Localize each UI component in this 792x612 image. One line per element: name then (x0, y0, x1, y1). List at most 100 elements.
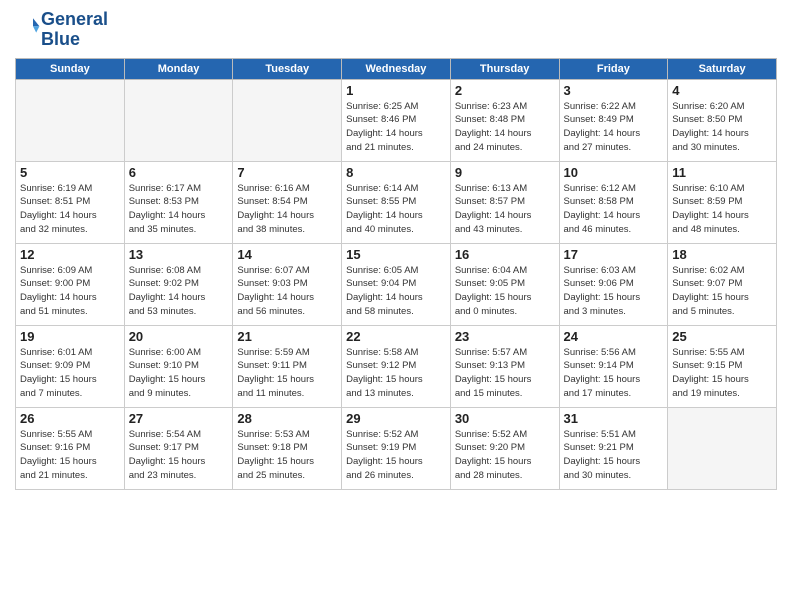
calendar-cell: 14 Sunrise: 6:07 AMSunset: 9:03 PMDayligh… (233, 243, 342, 325)
calendar-cell: 15Sunrise: 6:05 AMSunset: 9:04 PMDayligh… (342, 243, 451, 325)
day-info: Sunrise: 6:23 AMSunset: 8:48 PMDaylight:… (455, 100, 555, 155)
calendar-cell: 13 Sunrise: 6:08 AMSunset: 9:02 PMDayligh… (124, 243, 233, 325)
calendar-cell: 25 Sunrise: 5:55 AMSunset: 9:15 PMDayligh… (668, 325, 777, 407)
calendar-cell: 20 Sunrise: 6:00 AMSunset: 9:10 PMDayligh… (124, 325, 233, 407)
day-info: Sunrise: 6:14 AMSunset: 8:55 PMDaylight:… (346, 182, 446, 237)
calendar-cell: 12Sunrise: 6:09 AMSunset: 9:00 PMDayligh… (16, 243, 125, 325)
day-number: 5 (20, 165, 120, 180)
weekday-header: Sunday (16, 58, 125, 79)
day-number: 20 (129, 329, 229, 344)
day-number: 13 (129, 247, 229, 262)
day-number: 7 (237, 165, 337, 180)
day-info: Sunrise: 6:22 AMSunset: 8:49 PMDaylight:… (564, 100, 664, 155)
day-number: 1 (346, 83, 446, 98)
day-info: Sunrise: 5:57 AMSunset: 9:13 PMDaylight:… (455, 346, 555, 401)
calendar-cell: 24 Sunrise: 5:56 AMSunset: 9:14 PMDayligh… (559, 325, 668, 407)
logo-icon (17, 15, 41, 39)
day-info: Sunrise: 6:25 AMSunset: 8:46 PMDaylight:… (346, 100, 446, 155)
calendar-cell: 19 Sunrise: 6:01 AMSunset: 9:09 PMDayligh… (16, 325, 125, 407)
weekday-header: Thursday (450, 58, 559, 79)
day-info: Sunrise: 5:55 AMSunset: 9:15 PMDaylight:… (672, 346, 772, 401)
calendar-cell: 4 Sunrise: 6:20 AMSunset: 8:50 PMDaylight… (668, 79, 777, 161)
day-number: 4 (672, 83, 772, 98)
calendar-cell: 28 Sunrise: 5:53 AMSunset: 9:18 PMDayligh… (233, 407, 342, 489)
day-number: 17 (564, 247, 664, 262)
day-number: 14 (237, 247, 337, 262)
day-number: 22 (346, 329, 446, 344)
day-number: 19 (20, 329, 120, 344)
calendar-cell: 18 Sunrise: 6:02 AMSunset: 9:07 PMDayligh… (668, 243, 777, 325)
calendar-cell: 2 Sunrise: 6:23 AMSunset: 8:48 PMDaylight… (450, 79, 559, 161)
day-info: Sunrise: 6:19 AMSunset: 8:51 PMDaylight:… (20, 182, 120, 237)
calendar-cell (16, 79, 125, 161)
day-info: Sunrise: 6:02 AMSunset: 9:07 PMDaylight:… (672, 264, 772, 319)
day-info: Sunrise: 6:10 AMSunset: 8:59 PMDaylight:… (672, 182, 772, 237)
day-info: Sunrise: 5:59 AMSunset: 9:11 PMDaylight:… (237, 346, 337, 401)
day-number: 26 (20, 411, 120, 426)
calendar-cell: 16 Sunrise: 6:04 AMSunset: 9:05 PMDayligh… (450, 243, 559, 325)
day-number: 27 (129, 411, 229, 426)
day-number: 3 (564, 83, 664, 98)
day-info: Sunrise: 5:56 AMSunset: 9:14 PMDaylight:… (564, 346, 664, 401)
calendar-cell: 8 Sunrise: 6:14 AMSunset: 8:55 PMDaylight… (342, 161, 451, 243)
day-info: Sunrise: 5:52 AMSunset: 9:19 PMDaylight:… (346, 428, 446, 483)
day-info: Sunrise: 5:58 AMSunset: 9:12 PMDaylight:… (346, 346, 446, 401)
weekday-header: Wednesday (342, 58, 451, 79)
day-number: 10 (564, 165, 664, 180)
calendar-cell: 9 Sunrise: 6:13 AMSunset: 8:57 PMDaylight… (450, 161, 559, 243)
page-header: General Blue (15, 10, 777, 50)
calendar-cell: 21 Sunrise: 5:59 AMSunset: 9:11 PMDayligh… (233, 325, 342, 407)
calendar-table: SundayMondayTuesdayWednesdayThursdayFrid… (15, 58, 777, 490)
calendar-cell: 10 Sunrise: 6:12 AMSunset: 8:58 PMDayligh… (559, 161, 668, 243)
day-number: 16 (455, 247, 555, 262)
day-info: Sunrise: 6:05 AMSunset: 9:04 PMDaylight:… (346, 264, 446, 319)
day-number: 8 (346, 165, 446, 180)
day-info: Sunrise: 6:08 AMSunset: 9:02 PMDaylight:… (129, 264, 229, 319)
calendar-cell: 29 Sunrise: 5:52 AMSunset: 9:19 PMDayligh… (342, 407, 451, 489)
weekday-header: Friday (559, 58, 668, 79)
day-number: 21 (237, 329, 337, 344)
day-number: 2 (455, 83, 555, 98)
day-info: Sunrise: 6:03 AMSunset: 9:06 PMDaylight:… (564, 264, 664, 319)
day-number: 30 (455, 411, 555, 426)
day-number: 9 (455, 165, 555, 180)
day-info: Sunrise: 6:00 AMSunset: 9:10 PMDaylight:… (129, 346, 229, 401)
calendar-cell: 17 Sunrise: 6:03 AMSunset: 9:06 PMDayligh… (559, 243, 668, 325)
calendar-page: General Blue SundayMondayTuesdayWednesda… (0, 0, 792, 612)
day-number: 24 (564, 329, 664, 344)
day-number: 25 (672, 329, 772, 344)
day-info: Sunrise: 6:13 AMSunset: 8:57 PMDaylight:… (455, 182, 555, 237)
day-info: Sunrise: 6:12 AMSunset: 8:58 PMDaylight:… (564, 182, 664, 237)
calendar-cell: 23 Sunrise: 5:57 AMSunset: 9:13 PMDayligh… (450, 325, 559, 407)
day-number: 28 (237, 411, 337, 426)
calendar-cell: 1 Sunrise: 6:25 AMSunset: 8:46 PMDaylight… (342, 79, 451, 161)
day-number: 23 (455, 329, 555, 344)
day-number: 18 (672, 247, 772, 262)
calendar-cell: 3 Sunrise: 6:22 AMSunset: 8:49 PMDaylight… (559, 79, 668, 161)
day-number: 6 (129, 165, 229, 180)
day-number: 29 (346, 411, 446, 426)
calendar-cell: 26 Sunrise: 5:55 AMSunset: 9:16 PMDayligh… (16, 407, 125, 489)
calendar-cell (233, 79, 342, 161)
day-number: 31 (564, 411, 664, 426)
day-info: Sunrise: 6:07 AMSunset: 9:03 PMDaylight:… (237, 264, 337, 319)
day-info: Sunrise: 5:55 AMSunset: 9:16 PMDaylight:… (20, 428, 120, 483)
weekday-header: Tuesday (233, 58, 342, 79)
day-info: Sunrise: 5:54 AMSunset: 9:17 PMDaylight:… (129, 428, 229, 483)
day-number: 11 (672, 165, 772, 180)
day-info: Sunrise: 6:04 AMSunset: 9:05 PMDaylight:… (455, 264, 555, 319)
calendar-cell: 5 Sunrise: 6:19 AMSunset: 8:51 PMDaylight… (16, 161, 125, 243)
calendar-cell: 27 Sunrise: 5:54 AMSunset: 9:17 PMDayligh… (124, 407, 233, 489)
calendar-cell: 6Sunrise: 6:17 AMSunset: 8:53 PMDaylight… (124, 161, 233, 243)
day-info: Sunrise: 6:01 AMSunset: 9:09 PMDaylight:… (20, 346, 120, 401)
weekday-header: Monday (124, 58, 233, 79)
day-info: Sunrise: 6:09 AMSunset: 9:00 PMDaylight:… (20, 264, 120, 319)
calendar-cell (124, 79, 233, 161)
day-info: Sunrise: 5:53 AMSunset: 9:18 PMDaylight:… (237, 428, 337, 483)
logo-text: General Blue (41, 10, 108, 50)
calendar-cell: 7Sunrise: 6:16 AMSunset: 8:54 PMDaylight… (233, 161, 342, 243)
calendar-cell (668, 407, 777, 489)
day-info: Sunrise: 5:51 AMSunset: 9:21 PMDaylight:… (564, 428, 664, 483)
day-info: Sunrise: 5:52 AMSunset: 9:20 PMDaylight:… (455, 428, 555, 483)
day-info: Sunrise: 6:20 AMSunset: 8:50 PMDaylight:… (672, 100, 772, 155)
